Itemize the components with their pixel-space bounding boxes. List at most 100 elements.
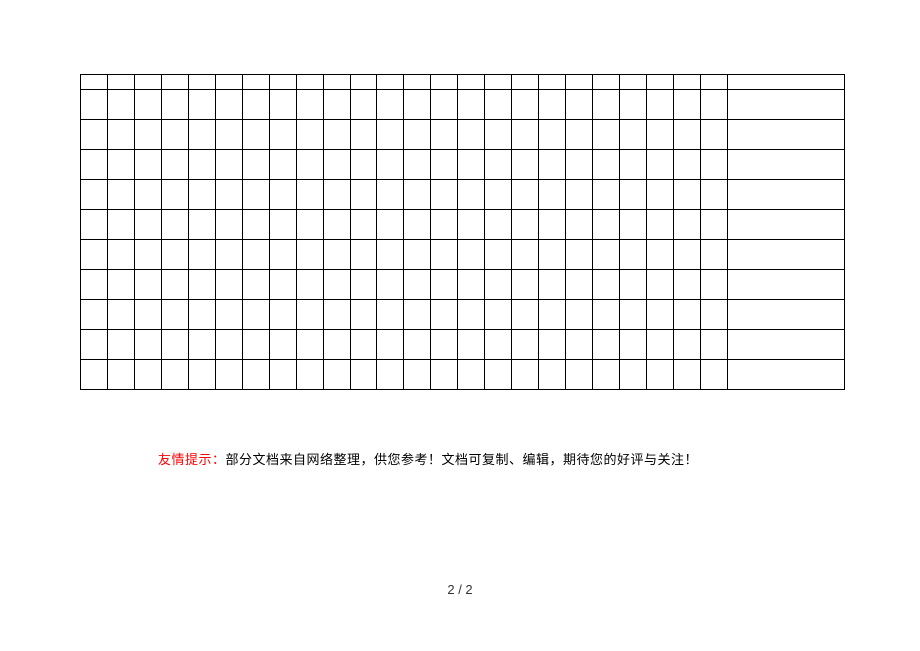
- table-cell-wide: [727, 120, 844, 150]
- table-cell: [593, 360, 620, 390]
- table-cell: [539, 90, 566, 120]
- table-cell: [107, 240, 134, 270]
- table-cell: [215, 360, 242, 390]
- table-cell: [431, 210, 458, 240]
- table-cell: [404, 75, 431, 90]
- table-cell: [512, 210, 539, 240]
- table-cell: [296, 300, 323, 330]
- table-cell: [188, 300, 215, 330]
- table-cell: [296, 210, 323, 240]
- table-cell: [161, 120, 188, 150]
- table-cell: [673, 180, 700, 210]
- page-separator: /: [455, 582, 466, 597]
- table-cell: [215, 120, 242, 150]
- table-cell: [512, 150, 539, 180]
- table-cell: [620, 120, 647, 150]
- table-cell: [161, 90, 188, 120]
- table-cell: [134, 180, 161, 210]
- table-cell: [539, 270, 566, 300]
- table-cell: [566, 210, 593, 240]
- table-cell: [620, 270, 647, 300]
- table-cell: [81, 75, 108, 90]
- table-cell: [620, 210, 647, 240]
- table-cell: [215, 240, 242, 270]
- table-cell: [215, 330, 242, 360]
- table-cell: [700, 210, 727, 240]
- table-cell: [566, 75, 593, 90]
- table-cell: [81, 360, 108, 390]
- table-cell: [647, 360, 674, 390]
- table-cell: [134, 120, 161, 150]
- table-cell: [107, 300, 134, 330]
- table-cell: [296, 120, 323, 150]
- table-cell: [81, 270, 108, 300]
- table-cell: [566, 300, 593, 330]
- table-cell: [323, 180, 350, 210]
- table-cell: [593, 270, 620, 300]
- table-cell: [81, 90, 108, 120]
- table-cell: [296, 330, 323, 360]
- table-cell: [593, 330, 620, 360]
- table-cell: [512, 270, 539, 300]
- table-cell: [700, 75, 727, 90]
- table-cell: [81, 120, 108, 150]
- table-cell: [296, 270, 323, 300]
- table-cell-wide: [727, 180, 844, 210]
- table-cell: [350, 270, 377, 300]
- table-cell: [215, 210, 242, 240]
- table-cell: [377, 210, 404, 240]
- table-cell: [673, 270, 700, 300]
- table-cell: [269, 120, 296, 150]
- table-cell: [647, 210, 674, 240]
- table-cell: [512, 300, 539, 330]
- table-cell: [431, 360, 458, 390]
- table-cell: [215, 270, 242, 300]
- table-cell: [458, 240, 485, 270]
- table-cell: [566, 90, 593, 120]
- table-cell: [620, 150, 647, 180]
- table-cell: [458, 180, 485, 210]
- notice-text: 部分文档来自网络整理，供您参考！文档可复制、编辑，期待您的好评与关注！: [226, 452, 699, 467]
- table-cell: [323, 360, 350, 390]
- table-cell: [458, 150, 485, 180]
- table-cell: [485, 330, 512, 360]
- table-cell: [81, 210, 108, 240]
- table-cell: [404, 180, 431, 210]
- table-cell: [458, 360, 485, 390]
- table-cell: [188, 330, 215, 360]
- table-cell: [647, 330, 674, 360]
- table-cell: [431, 330, 458, 360]
- table-cell: [647, 75, 674, 90]
- table-cell: [620, 90, 647, 120]
- table-cell: [107, 330, 134, 360]
- table-cell: [539, 210, 566, 240]
- table-cell: [242, 150, 269, 180]
- table-cell: [188, 270, 215, 300]
- table-cell: [323, 75, 350, 90]
- table-cell: [188, 120, 215, 150]
- table-cell: [700, 120, 727, 150]
- table-cell: [188, 150, 215, 180]
- table-cell: [377, 90, 404, 120]
- table-cell: [161, 360, 188, 390]
- table-cell: [458, 210, 485, 240]
- table-cell: [107, 75, 134, 90]
- table-cell: [161, 75, 188, 90]
- table-cell: [81, 240, 108, 270]
- table-row: [81, 330, 845, 360]
- table-row: [81, 150, 845, 180]
- table-cell: [350, 360, 377, 390]
- table-cell: [431, 120, 458, 150]
- table-cell: [593, 240, 620, 270]
- table-cell: [620, 75, 647, 90]
- table-cell: [188, 360, 215, 390]
- table-cell: [242, 180, 269, 210]
- page-number: 2 / 2: [0, 582, 920, 597]
- page-total: 2: [465, 582, 472, 597]
- table-cell: [134, 90, 161, 120]
- grid-table-container: [80, 74, 845, 390]
- table-row: [81, 300, 845, 330]
- table-cell: [404, 90, 431, 120]
- table-cell: [539, 180, 566, 210]
- table-cell: [377, 240, 404, 270]
